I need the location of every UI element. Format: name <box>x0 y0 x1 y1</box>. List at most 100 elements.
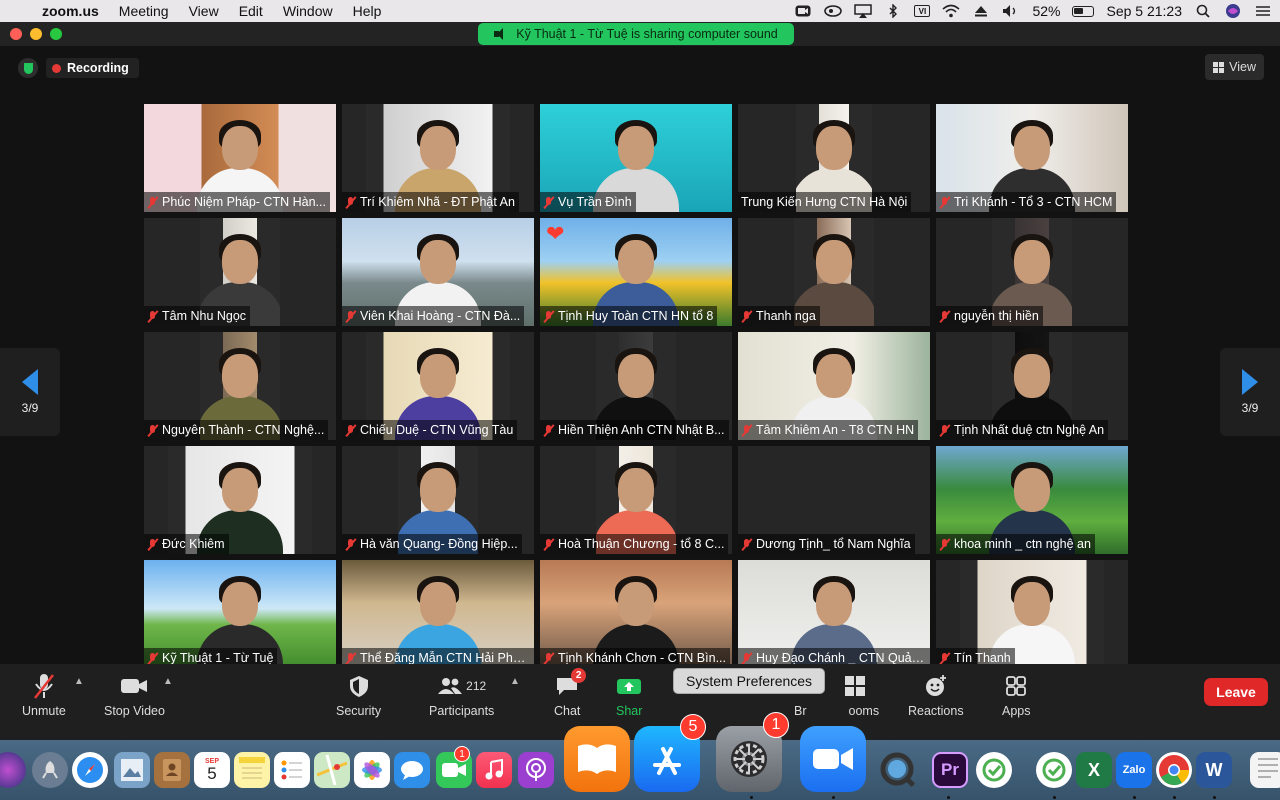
green-app-icon[interactable] <box>976 752 1012 788</box>
app-store-badge: 5 <box>680 714 706 740</box>
participant-tile[interactable]: Huy Đạo Chánh _ CTN Quản... <box>738 560 930 668</box>
close-window-button[interactable] <box>10 28 22 40</box>
notes-icon[interactable] <box>234 752 270 788</box>
bluetooth-icon[interactable] <box>884 4 902 18</box>
document-icon[interactable] <box>1250 752 1280 788</box>
participants-options-caret-icon[interactable]: ▲ <box>510 676 520 687</box>
participant-tile[interactable]: ❤ Tịnh Huy Toàn CTN HN tổ 8 <box>540 218 732 326</box>
premiere-pro-icon[interactable]: Pr <box>932 752 968 788</box>
maps-icon[interactable] <box>314 752 350 788</box>
participant-name: Hiền Thiện Anh CTN Nhật B... <box>558 423 725 437</box>
participant-tile[interactable]: Chiếu Duệ - CTN Vũng Tàu <box>342 332 534 440</box>
participant-tile[interactable]: Phúc Niệm Pháp- CTN Hàn... <box>144 104 336 212</box>
participant-tile[interactable]: Trí Khiêm Nhã - ĐT Phật An <box>342 104 534 212</box>
share-screen-button[interactable]: Shar <box>616 670 642 718</box>
spotlight-search-icon[interactable] <box>1194 4 1212 18</box>
audio-options-caret-icon[interactable]: ▲ <box>74 676 84 687</box>
wifi-icon[interactable] <box>942 4 960 18</box>
participants-button[interactable]: 212 Participants <box>429 670 494 718</box>
siri-dock-icon[interactable] <box>0 752 26 788</box>
safari-compass-icon[interactable] <box>72 752 108 788</box>
menu-help[interactable]: Help <box>343 3 392 19</box>
participant-tile[interactable]: Thanh nga <box>738 218 930 326</box>
participant-tile[interactable]: Dương Tịnh_ tổ Nam Nghĩa <box>738 446 930 554</box>
participant-tile[interactable]: nguyễn thị hiền <box>936 218 1128 326</box>
stop-video-button[interactable]: Stop Video <box>104 670 165 718</box>
participant-name-tag: Đức Khiêm <box>144 534 229 554</box>
security-button[interactable]: Security <box>336 670 381 718</box>
clock[interactable]: Sep 5 21:23 <box>1106 3 1182 19</box>
excel-icon[interactable]: X <box>1076 752 1112 788</box>
green-app-2-icon[interactable] <box>1036 752 1072 788</box>
page-indicator-left: 3/9 <box>21 401 39 415</box>
menu-meeting[interactable]: Meeting <box>109 3 179 19</box>
airplay-icon[interactable] <box>854 4 873 18</box>
next-page-button[interactable]: 3/9 <box>1220 348 1280 436</box>
apps-button[interactable]: Apps <box>1002 670 1031 718</box>
recording-indicator[interactable]: Recording <box>46 58 139 78</box>
siri-icon[interactable] <box>1224 4 1242 18</box>
participant-tile[interactable]: Tri Khánh - Tổ 3 - CTN HCM <box>936 104 1128 212</box>
podcasts-icon[interactable] <box>518 752 554 788</box>
participant-tile[interactable]: Hoà Thuận Chương - tổ 8 C... <box>540 446 732 554</box>
menu-app[interactable]: zoom.us <box>36 3 109 19</box>
participant-name: Tâm Nhu Ngọc <box>162 309 247 323</box>
participant-tile[interactable]: Hiền Thiện Anh CTN Nhật B... <box>540 332 732 440</box>
zalo-icon[interactable]: Zalo <box>1116 752 1152 788</box>
muted-mic-icon <box>147 424 158 437</box>
reminders-icon[interactable] <box>274 752 310 788</box>
chat-button[interactable]: 2 Chat <box>554 668 587 718</box>
participant-tile[interactable]: Thể Đăng Mẫn CTN Hải Phò... <box>342 560 534 668</box>
participant-tile[interactable]: Nguyên Thành - CTN Nghệ... <box>144 332 336 440</box>
participant-face <box>420 240 456 284</box>
zoom-window-button[interactable] <box>50 28 62 40</box>
participant-tile[interactable]: Tín Thanh <box>936 560 1128 668</box>
participant-face <box>1014 582 1050 626</box>
participant-tile[interactable]: khoa minh _ ctn nghệ an <box>936 446 1128 554</box>
leave-meeting-button[interactable]: Leave <box>1204 678 1268 706</box>
menu-view[interactable]: View <box>179 3 229 19</box>
contacts-book-icon[interactable] <box>154 752 190 788</box>
participant-tile[interactable]: Tâm Nhu Ngọc <box>144 218 336 326</box>
photos-icon[interactable] <box>354 752 390 788</box>
word-icon[interactable]: W <box>1196 752 1232 788</box>
sharing-sound-banner[interactable]: Kỹ Thuật 1 - Từ Tuệ is sharing computer … <box>478 23 794 45</box>
unmute-button[interactable]: Unmute <box>22 670 66 718</box>
creative-cloud-icon[interactable] <box>824 4 843 18</box>
zoom-app-icon[interactable] <box>800 726 866 792</box>
participant-tile[interactable]: Kỹ Thuật 1 - Từ Tuệ <box>144 560 336 668</box>
launchpad-rocket-icon[interactable] <box>32 752 68 788</box>
zoom-status-icon[interactable] <box>794 4 812 18</box>
music-note-icon[interactable] <box>476 752 512 788</box>
minimize-window-button[interactable] <box>30 28 42 40</box>
input-source-icon[interactable]: VI <box>914 5 931 17</box>
previous-page-button[interactable]: 3/9 <box>0 348 60 436</box>
menu-window[interactable]: Window <box>273 3 343 19</box>
messages-bubble-icon[interactable] <box>394 752 430 788</box>
quicktime-icon[interactable] <box>880 752 916 788</box>
control-center-icon[interactable] <box>1254 4 1272 18</box>
calendar-icon[interactable]: SEP 5 <box>194 752 230 788</box>
battery-icon[interactable] <box>1072 5 1095 17</box>
eject-icon[interactable] <box>972 4 990 18</box>
participant-tile[interactable]: Hà văn Quang- Đồng Hiệp... <box>342 446 534 554</box>
participant-tile[interactable]: Trung Kiến Hưng CTN Hà Nội <box>738 104 930 212</box>
encryption-shield-icon[interactable] <box>18 58 38 78</box>
books-icon[interactable] <box>564 726 630 792</box>
participant-tile[interactable]: Viên Khai Hoàng - CTN Đà... <box>342 218 534 326</box>
muted-mic-icon <box>543 196 554 209</box>
participant-name-tag: Trí Khiêm Nhã - ĐT Phật An <box>342 192 519 212</box>
participant-tile[interactable]: Tâm Khiêm An - T8 CTN HN <box>738 332 930 440</box>
menu-edit[interactable]: Edit <box>229 3 273 19</box>
participant-tile[interactable]: Tịnh Nhất duệ ctn Nghệ An <box>936 332 1128 440</box>
muted-mic-icon <box>543 424 554 437</box>
participant-tile[interactable]: Đức Khiêm <box>144 446 336 554</box>
view-button[interactable]: View <box>1205 54 1264 80</box>
video-options-caret-icon[interactable]: ▲ <box>163 676 173 687</box>
reactions-button[interactable]: Reactions <box>908 670 964 718</box>
preview-photos-icon[interactable] <box>114 752 150 788</box>
participant-tile[interactable]: Vụ Trần Đình <box>540 104 732 212</box>
chrome-icon[interactable] <box>1156 752 1192 788</box>
participant-tile[interactable]: Tịnh Khánh Chơn - CTN Bìn... <box>540 560 732 668</box>
volume-icon[interactable] <box>1002 4 1020 18</box>
